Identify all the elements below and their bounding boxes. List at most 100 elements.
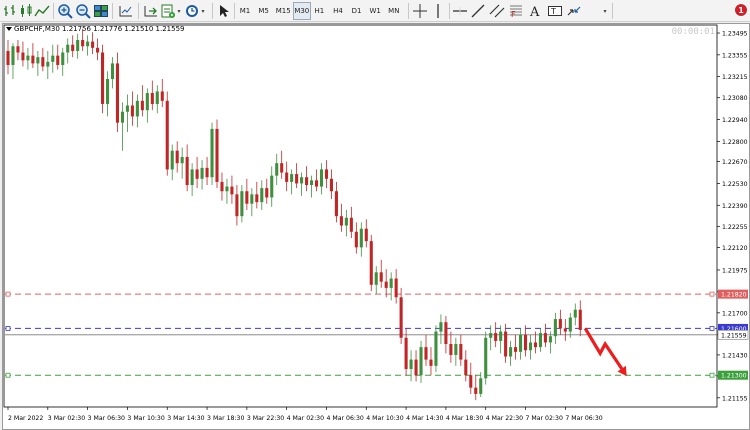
vertical-line-icon[interactable] (430, 2, 446, 20)
text-label-icon[interactable]: T (547, 2, 563, 20)
price-label-text: 1.21820 (721, 292, 747, 299)
x-tick-label: 3 Mar 22:30 (247, 415, 284, 422)
candle-body (285, 172, 289, 182)
timeframe-m5-button[interactable]: M5 (256, 2, 272, 20)
candle-body (66, 44, 70, 53)
candle-body (115, 63, 120, 123)
y-tick-label: 1.22120 (722, 245, 748, 252)
dropdown-arrow-icon[interactable]: ▾ (602, 2, 608, 20)
bar-chart-icon[interactable] (2, 2, 18, 20)
candle-body (444, 322, 448, 345)
chart-shift-icon[interactable] (118, 2, 134, 20)
candle-body (86, 41, 90, 47)
candle-body (81, 40, 85, 47)
cursor-icon[interactable] (216, 2, 232, 20)
dropdown-arrow-icon[interactable]: ▾ (200, 2, 206, 20)
candle-body (359, 228, 363, 248)
candle-body (51, 55, 55, 62)
y-tick-label: 1.23495 (722, 31, 748, 38)
y-tick-label: 1.22670 (722, 159, 748, 166)
candle-body (61, 52, 65, 65)
zoom-out-icon[interactable] (75, 2, 91, 20)
candle-body (394, 278, 398, 298)
candle-body (71, 44, 75, 51)
y-tick-label: 1.22800 (722, 139, 748, 146)
notification-badge[interactable]: 1 (734, 3, 748, 17)
x-tick-label: 3 Mar 02:30 (48, 415, 85, 422)
trendline-icon[interactable] (470, 2, 486, 20)
candle-body (573, 309, 577, 318)
x-tick-label: 3 Mar 10:30 (127, 415, 164, 422)
timeframe-m1-button[interactable]: M1 (237, 2, 253, 20)
toolbar: ▾ ▾ M1 M5 M15 M30 H1 H4 D1 W1 MN F A T ▾ (0, 0, 750, 22)
candle-body (578, 309, 582, 330)
candle-body (399, 297, 403, 338)
horizontal-line-icon[interactable] (452, 2, 468, 20)
candle-body (519, 334, 523, 352)
candle-body (334, 191, 338, 217)
candle-body (409, 359, 413, 369)
crosshair-icon[interactable] (412, 2, 428, 20)
line-anchor-handle (709, 372, 715, 378)
candle-body (110, 63, 115, 80)
candle-body (11, 46, 15, 65)
candle-body (494, 333, 498, 341)
templates-icon[interactable] (160, 2, 176, 20)
candle-body (250, 194, 254, 204)
candle-body (454, 344, 458, 355)
toolbar-separator (212, 3, 213, 19)
timeframe-w1-button[interactable]: W1 (367, 2, 383, 20)
candle-body (230, 186, 234, 195)
timeframe-h1-button[interactable]: H1 (311, 2, 327, 20)
timeframe-d1-button[interactable]: D1 (349, 2, 365, 20)
tile-windows-icon[interactable] (93, 2, 109, 20)
candle-body (439, 322, 443, 332)
line-chart-icon[interactable] (34, 2, 50, 20)
toolbar-separator (234, 3, 235, 19)
candle-body (36, 57, 40, 64)
candle-body (205, 167, 209, 178)
candle-body (210, 128, 214, 178)
undefined[interactable] (586, 2, 602, 20)
x-tick-label: 7 Mar 02:30 (526, 415, 563, 422)
candle-body (563, 328, 567, 332)
x-tick-label: 2 Mar 2022 (8, 415, 43, 422)
price-chart[interactable]: 1.23495 1.23355 1.23215 1.23080 1.22940 1.228… (3, 24, 749, 429)
svg-text:F: F (511, 10, 516, 19)
candle-body (290, 174, 294, 182)
candle-body (499, 331, 503, 341)
autoscroll-icon[interactable] (143, 2, 159, 20)
dropdown-arrow-icon[interactable]: ▾ (176, 2, 182, 20)
equidistant-channel-icon[interactable] (489, 2, 505, 20)
periods-icon[interactable] (184, 2, 200, 20)
chart-menu-icon[interactable] (6, 27, 12, 31)
timeframe-m15-button[interactable]: M15 (274, 2, 292, 20)
timeframe-m30-button[interactable]: M30 (292, 2, 311, 20)
x-tick-label: 4 Mar 10:30 (366, 415, 403, 422)
candle-body (125, 105, 129, 112)
timeframe-mn-button[interactable]: MN (386, 2, 402, 20)
candle-body (374, 272, 378, 285)
timeframe-h4-button[interactable]: H4 (330, 2, 346, 20)
candle-body (295, 174, 299, 184)
zoom-in-icon[interactable] (57, 2, 73, 20)
candle-body (16, 46, 20, 53)
arrows-icon[interactable] (566, 2, 582, 20)
candle-body (419, 347, 423, 376)
y-tick-label: 1.22390 (722, 203, 748, 210)
line-anchor-handle (5, 291, 11, 297)
candle-body (120, 111, 124, 123)
fibonacci-icon[interactable]: F (508, 2, 524, 20)
candle-body (150, 93, 154, 104)
toolbar-separator (138, 3, 139, 19)
chart-window[interactable]: 1.23495 1.23355 1.23215 1.23080 1.22940 1.228… (2, 23, 750, 430)
candlestick-icon[interactable] (18, 2, 34, 20)
candle-body (130, 105, 134, 117)
x-tick-label: 4 Mar 18:30 (446, 415, 483, 422)
text-icon[interactable]: A (527, 2, 543, 20)
y-tick-label: 1.22940 (722, 117, 748, 124)
candle-body (175, 150, 179, 164)
candle-body (314, 180, 319, 187)
candle-body (369, 241, 373, 285)
candle-body (504, 331, 508, 357)
